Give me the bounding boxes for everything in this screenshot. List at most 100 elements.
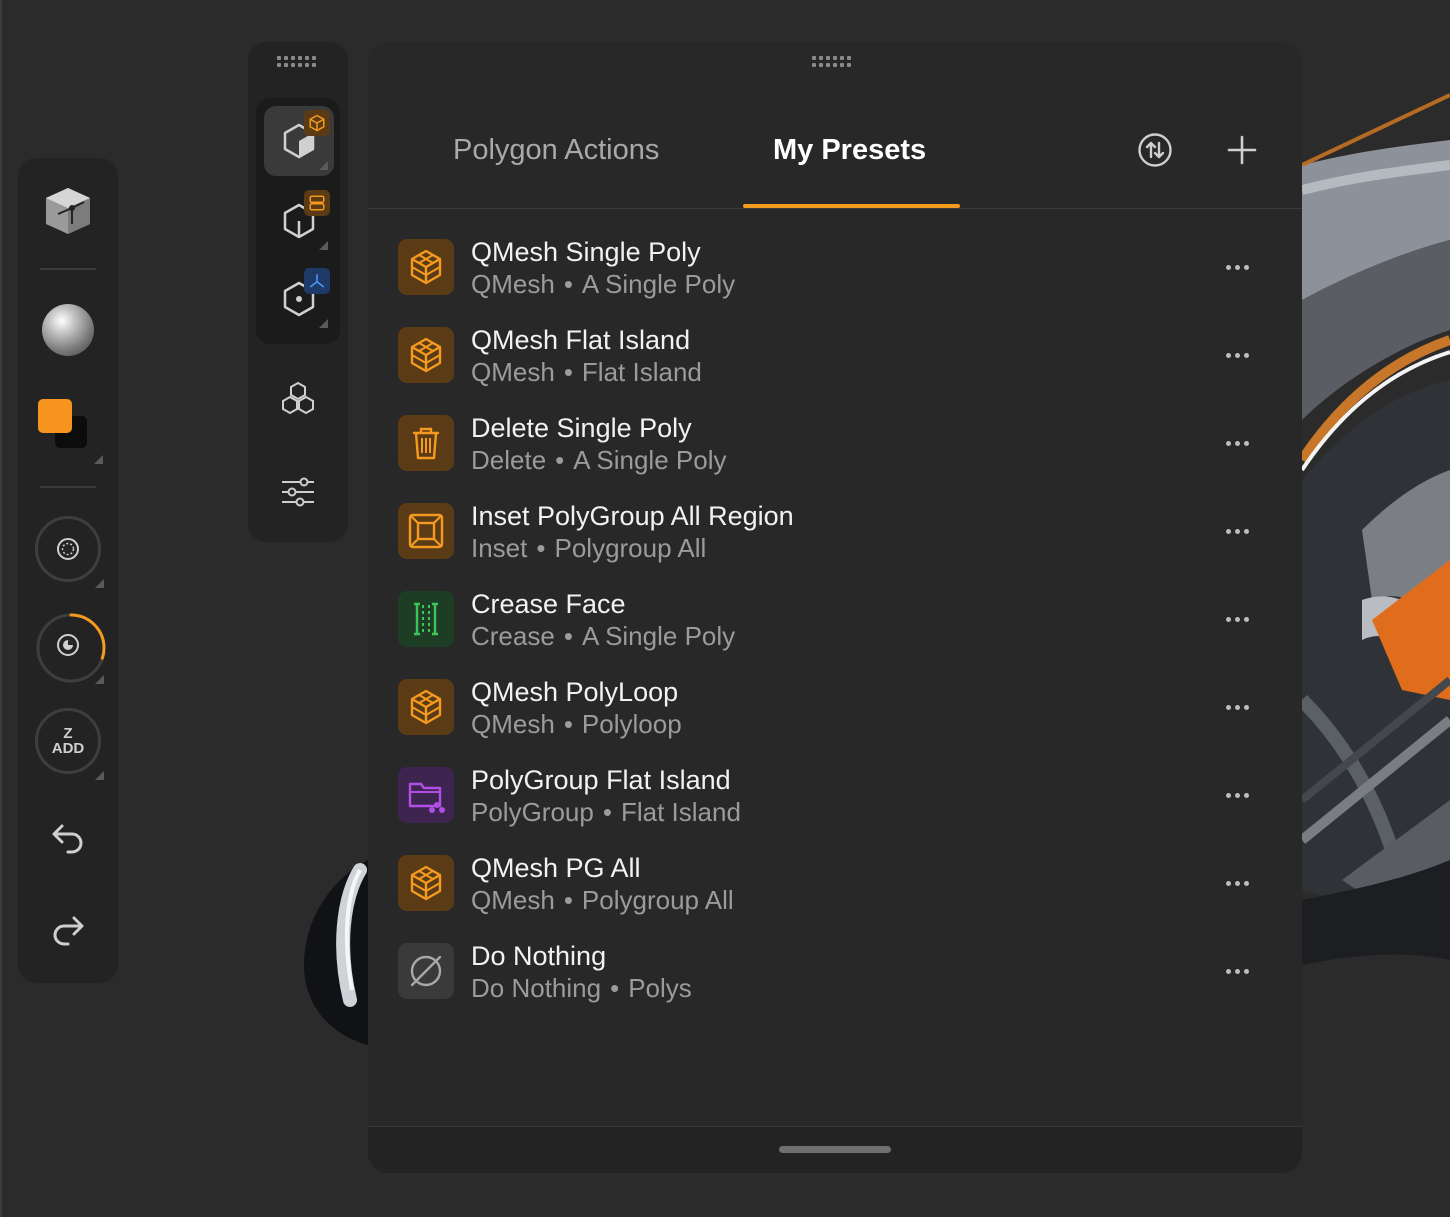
preset-icon-bg [398, 679, 454, 735]
preset-row-qmesh-single-poly[interactable]: QMesh Single Poly QMesh • A Single Poly [368, 232, 1302, 320]
submenu-indicator [319, 319, 328, 328]
preset-more-button[interactable] [1222, 516, 1252, 546]
preset-row-polygroup-flat-island[interactable]: PolyGroup Flat Island PolyGroup • Flat Isl… [368, 760, 1302, 848]
gizmo-badge [304, 268, 330, 294]
preset-subtitle: QMesh • Polyloop [471, 709, 682, 739]
sort-icon [1138, 133, 1172, 167]
trash-icon [412, 427, 440, 460]
subtools-button[interactable] [248, 378, 348, 418]
submenu-indicator [319, 161, 328, 170]
preset-subtitle: PolyGroup • Flat Island [471, 797, 741, 827]
qmesh-icon [410, 865, 442, 901]
preset-row-qmesh-flat-island[interactable]: QMesh Flat Island QMesh • Flat Island [368, 320, 1302, 408]
preset-more-button[interactable] [1222, 780, 1252, 810]
add-preset-button[interactable] [1222, 130, 1262, 170]
zadd-label: Z ADD [51, 725, 85, 757]
polygroup-folder-icon [408, 782, 445, 813]
preset-icon-bg [398, 855, 454, 911]
axis-icon [309, 274, 325, 288]
preset-more-button[interactable] [1222, 956, 1252, 986]
preset-icon-bg [398, 327, 454, 383]
qmesh-icon [410, 689, 442, 725]
viewport-model-left [304, 860, 368, 1045]
object-mode-button[interactable] [264, 106, 334, 176]
add-icon [1227, 135, 1257, 165]
preset-more-button[interactable] [1222, 428, 1252, 458]
qmesh-badge [304, 110, 330, 136]
preset-title: PolyGroup Flat Island [471, 765, 731, 795]
panel-resize-handle[interactable] [779, 1146, 891, 1153]
preset-subtitle: Crease • A Single Poly [471, 621, 736, 651]
qmesh-badge-icon [309, 114, 325, 132]
color-swatch-button[interactable] [18, 398, 118, 464]
preset-more-button[interactable] [1222, 340, 1252, 370]
redo-button[interactable] [18, 910, 118, 954]
tab-polygon-actions[interactable]: Polygon Actions [453, 134, 659, 167]
preset-title: Crease Face [471, 589, 626, 619]
tool-strip [248, 42, 348, 542]
preset-subtitle: Inset • Polygroup All [471, 533, 707, 563]
preset-row-delete-single-poly[interactable]: Delete Single Poly Delete • A Single Poly [368, 408, 1302, 496]
preset-title: QMesh Single Poly [471, 237, 701, 267]
mode-group [256, 98, 340, 344]
material-sphere [42, 304, 94, 356]
sliders-icon [282, 477, 314, 507]
qmesh-icon [410, 337, 442, 373]
preset-title: QMesh Flat Island [471, 325, 691, 355]
zadd-button[interactable]: Z ADD [18, 706, 118, 780]
draw-size-progress-ring [36, 613, 106, 683]
submenu-indicator [319, 241, 328, 250]
undo-icon [52, 824, 83, 854]
preset-more-button[interactable] [1222, 868, 1252, 898]
presets-panel: Polygon Actions My Presets QMesh Single … [368, 42, 1302, 1173]
redo-icon [53, 916, 84, 946]
preset-icon-bg [398, 591, 454, 647]
preset-subtitle: Do Nothing • Polys [471, 973, 692, 1003]
scene-cube-icon [46, 188, 90, 234]
preset-list: QMesh Single Poly QMesh • A Single Poly QM… [368, 232, 1302, 1024]
inset-icon [408, 513, 444, 549]
preset-subtitle: QMesh • Flat Island [471, 357, 702, 387]
sliders-button[interactable] [248, 472, 348, 512]
toolbar-divider [40, 268, 96, 270]
subtools-icon [282, 381, 314, 415]
preset-title: Do Nothing [471, 941, 607, 971]
submenu-indicator [95, 675, 104, 684]
gizmo-mode-button[interactable] [264, 264, 334, 334]
preset-subtitle: Delete • A Single Poly [471, 445, 727, 475]
submenu-indicator [94, 455, 103, 464]
qmesh-icon [410, 249, 442, 285]
preset-subtitle: QMesh • Polygroup All [471, 885, 734, 915]
focal-shift-button[interactable] [18, 514, 118, 588]
viewport-model-right [1302, 0, 1450, 1217]
preset-icon-bg [398, 767, 454, 823]
preset-more-button[interactable] [1222, 252, 1252, 282]
focal-shift-icon [57, 538, 79, 560]
submenu-indicator [95, 579, 104, 588]
preset-title: Inset PolyGroup All Region [471, 501, 794, 531]
draw-size-button[interactable] [18, 610, 118, 684]
toolbar-divider [40, 486, 96, 488]
panel-drag-handle[interactable] [812, 56, 851, 67]
preset-row-qmesh-pg-all[interactable]: QMesh PG All QMesh • Polygroup All [368, 848, 1302, 936]
preset-row-do-nothing[interactable]: Do Nothing Do Nothing • Polys [368, 936, 1302, 1024]
scene-cube-button[interactable] [18, 180, 118, 240]
polygroup-badge [304, 190, 330, 216]
undo-button[interactable] [18, 814, 118, 858]
preset-row-inset-polygroup-all-region[interactable]: Inset PolyGroup All Region Inset • Polygro… [368, 496, 1302, 584]
preset-more-button[interactable] [1222, 604, 1252, 634]
stack-icon [309, 195, 325, 211]
sort-button[interactable] [1135, 130, 1175, 170]
material-button[interactable] [18, 300, 118, 360]
crease-icon [414, 602, 438, 636]
preset-title: QMesh PolyLoop [471, 677, 679, 707]
preset-row-crease-face[interactable]: Crease Face Crease • A Single Poly [368, 584, 1302, 672]
polygroup-mode-button[interactable] [264, 186, 334, 256]
preset-icon-bg [398, 415, 454, 471]
viewport-edge [0, 0, 2, 1217]
preset-more-button[interactable] [1222, 692, 1252, 722]
left-toolbar: Z ADD [18, 158, 118, 983]
preset-row-qmesh-polyloop[interactable]: QMesh PolyLoop QMesh • Polyloop [368, 672, 1302, 760]
drag-handle[interactable] [277, 56, 316, 67]
tab-my-presets[interactable]: My Presets [773, 134, 926, 167]
